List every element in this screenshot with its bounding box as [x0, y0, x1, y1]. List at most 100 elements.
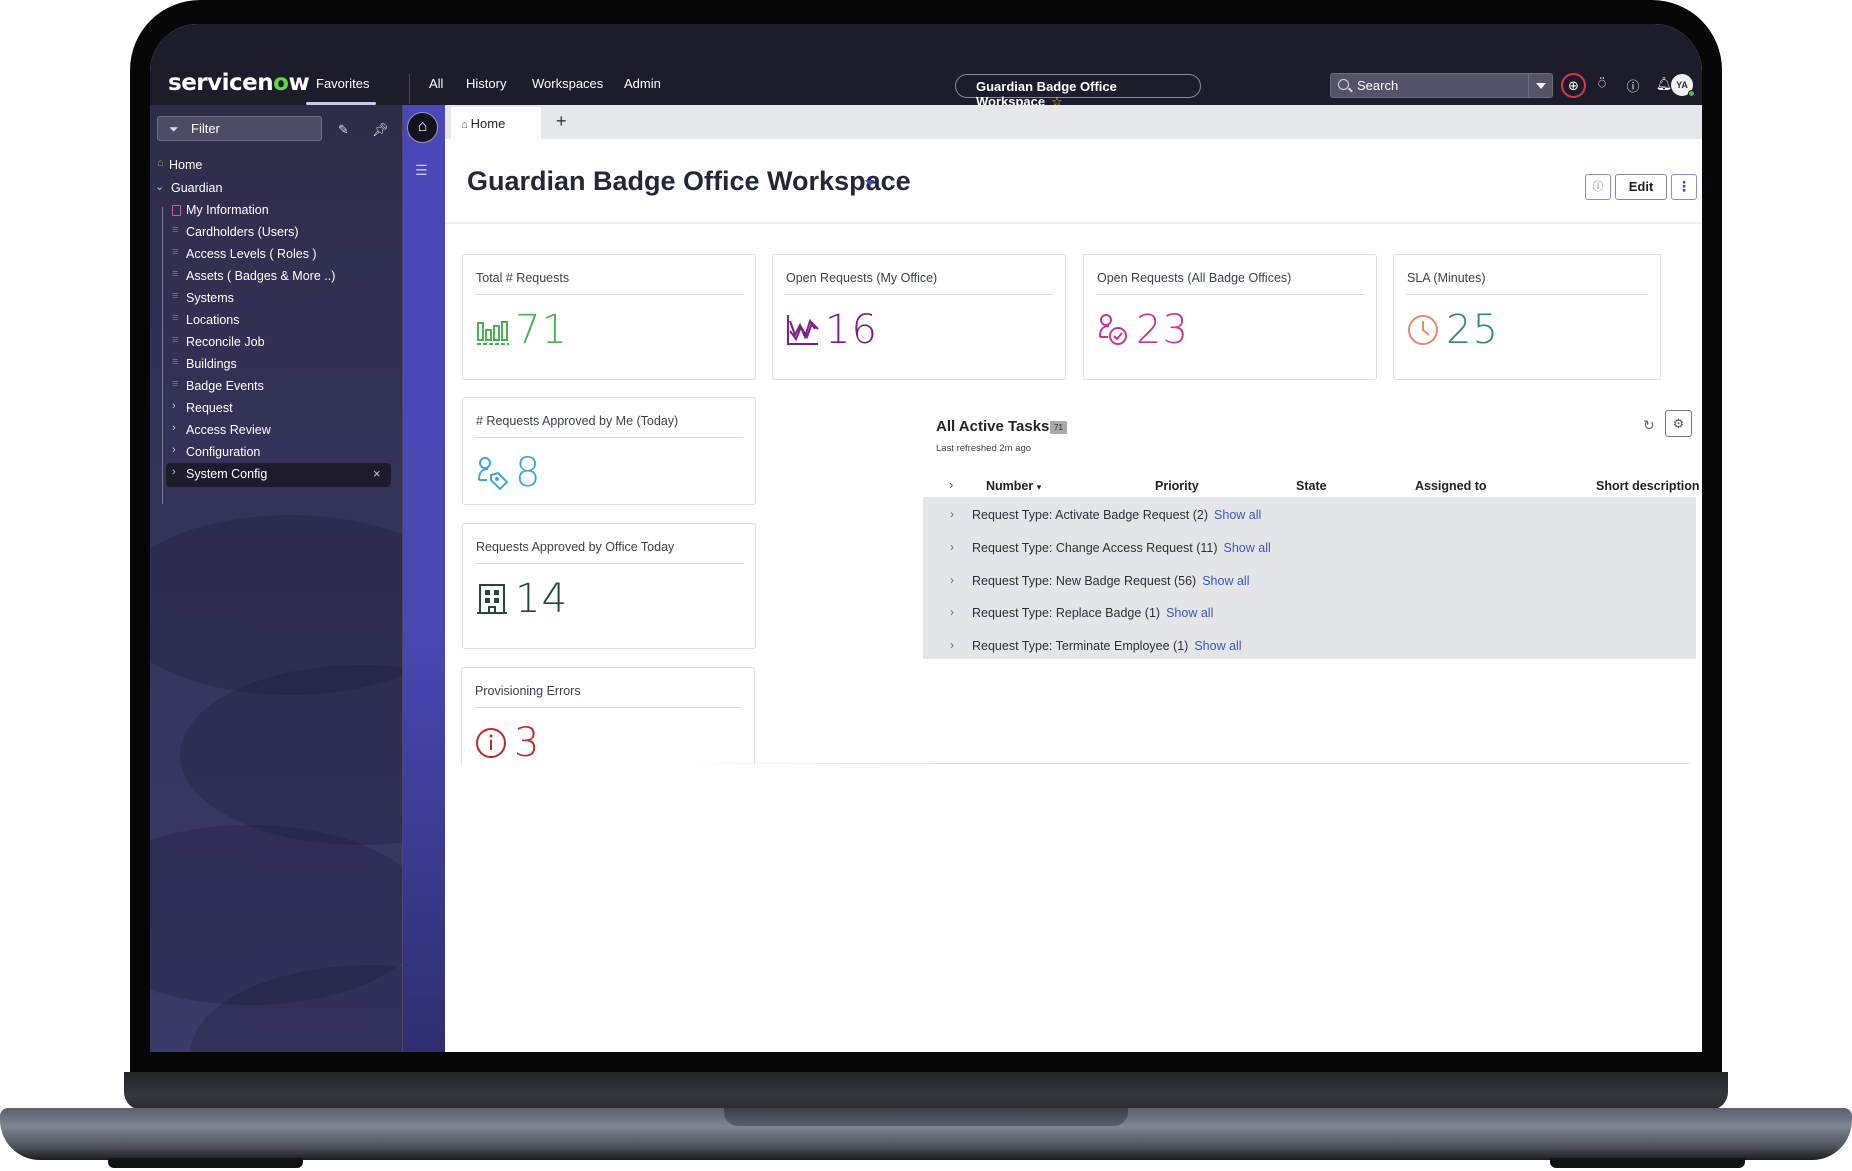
building-icon [477, 584, 507, 614]
sidebar-item-assets[interactable]: ≡ Assets ( Badges & More ..) [150, 266, 402, 288]
kpi-card-approved-by-me[interactable]: # Requests Approved by Me (Today) 8 [462, 397, 756, 505]
sidebar-item-badge-events[interactable]: ≡ Badge Events [150, 376, 402, 398]
help-icon[interactable]: ⓘ [1624, 76, 1642, 95]
nav-admin[interactable]: Admin [624, 76, 661, 91]
nav-history[interactable]: History [466, 76, 506, 91]
card-value: 23 [1136, 307, 1189, 353]
sidebar-filter-input[interactable]: ⏷ Filter [157, 116, 322, 141]
group-row[interactable]: › Request Type: Terminate Employee (1) Sho… [923, 630, 1696, 662]
column-header-short-description[interactable]: Short description [1596, 479, 1699, 493]
filter-placeholder: Filter [191, 121, 220, 136]
task-groups: › Request Type: Activate Badge Request (2… [923, 497, 1696, 659]
kpi-card-sla-minutes[interactable]: SLA (Minutes) 25 [1393, 254, 1661, 380]
list-icon: ≡ [172, 356, 179, 368]
group-row[interactable]: › Request Type: Activate Badge Request (2… [923, 499, 1696, 531]
show-all-link[interactable]: Show all [1194, 639, 1241, 653]
sidebar-item-request[interactable]: › Request [150, 398, 402, 420]
card-value: 71 [515, 307, 568, 353]
group-row[interactable]: › Request Type: Replace Badge (1) Show all [923, 597, 1696, 629]
workspace-context-pill[interactable]: Guardian Badge Office Workspace ☆ [955, 74, 1201, 109]
search-icon [1338, 79, 1349, 90]
chevron-down-icon[interactable] [865, 180, 875, 186]
pin-icon[interactable]: 📌︎ [372, 122, 389, 138]
top-navigation: servicenow Favorites All History Workspa… [150, 24, 1702, 109]
sidebar-item-cardholders[interactable]: ≡ Cardholders (Users) [150, 222, 402, 244]
chat-icon[interactable]: ⍥ [1593, 76, 1611, 92]
chevron-right-icon[interactable]: › [950, 605, 954, 619]
column-header-number[interactable]: Number ▾ [986, 479, 1041, 493]
column-header-state[interactable]: State [1296, 479, 1327, 493]
workspace-rail: ⌂ ☰ [403, 105, 445, 1052]
list-icon: ≡ [172, 378, 179, 390]
rail-list-icon[interactable]: ☰ [415, 162, 428, 179]
column-header-assigned-to[interactable]: Assigned to [1415, 479, 1487, 493]
search-scope-dropdown[interactable] [1528, 73, 1553, 98]
info-button[interactable]: ⓘ [1585, 174, 1611, 200]
sidebar-item-my-information[interactable]: My Information [150, 200, 402, 222]
sidebar-item-locations[interactable]: ≡ Locations [150, 310, 402, 332]
sidebar-item-reconcile-job[interactable]: ≡ Reconcile Job [150, 332, 402, 354]
kpi-card-approved-by-office[interactable]: Requests Approved by Office Today 14 [462, 523, 756, 649]
kpi-card-open-requests-all[interactable]: Open Requests (All Badge Offices) 23 [1083, 254, 1377, 380]
close-icon[interactable]: × [373, 466, 381, 481]
card-divider [475, 563, 743, 564]
tasks-title: All Active Tasks [936, 418, 1050, 435]
contact-book-icon [172, 205, 181, 216]
chevron-right-icon[interactable]: › [950, 573, 954, 587]
sidebar-item-systems[interactable]: ≡ Systems [150, 288, 402, 310]
sidebar-item-configuration[interactable]: › Configuration [150, 442, 402, 464]
edit-button[interactable]: Edit [1615, 174, 1667, 200]
user-avatar[interactable]: YA [1671, 74, 1695, 97]
sidebar-item-buildings[interactable]: ≡ Buildings [150, 354, 402, 376]
chevron-right-icon[interactable]: › [950, 540, 954, 554]
chevron-right-icon[interactable]: › [950, 507, 954, 521]
group-row[interactable]: › Request Type: Change Access Request (11… [923, 532, 1696, 564]
list-icon: ≡ [172, 246, 179, 258]
card-title: # Requests Approved by Me (Today) [476, 414, 679, 428]
more-options-button[interactable]: ⋮ [1671, 174, 1697, 200]
show-all-link[interactable]: Show all [1224, 541, 1271, 555]
sidebar-item-access-review[interactable]: › Access Review [150, 420, 402, 442]
edit-icon[interactable]: ✎ [338, 122, 349, 138]
sidebar-item-access-levels[interactable]: ≡ Access Levels ( Roles ) [150, 244, 402, 266]
column-header-priority[interactable]: Priority [1155, 479, 1199, 493]
nav-all[interactable]: All [429, 76, 443, 91]
header-divider [445, 222, 1702, 224]
tab-home[interactable]: ⌂ Home [451, 107, 541, 139]
kpi-card-provisioning-errors[interactable]: Provisioning Errors 3 [461, 667, 755, 766]
laptop-notch [724, 1108, 1128, 1126]
sidebar-item-guardian[interactable]: ⌄ Guardian [150, 178, 402, 200]
expand-all-chevron-icon[interactable]: › [949, 477, 953, 492]
settings-gear-button[interactable]: ⚙ [1665, 410, 1692, 437]
laptop-foot [108, 1158, 303, 1168]
search-placeholder: Search [1357, 78, 1399, 93]
show-all-link[interactable]: Show all [1202, 574, 1249, 588]
card-value: 16 [825, 307, 878, 353]
laptop-foot [1550, 1158, 1745, 1168]
card-divider [1096, 294, 1364, 295]
show-all-link[interactable]: Show all [1166, 606, 1213, 620]
chevron-right-icon[interactable]: › [950, 638, 954, 652]
card-title: Total # Requests [476, 271, 570, 285]
group-row[interactable]: › Request Type: New Badge Request (56) Sho… [923, 565, 1696, 597]
card-value: 8 [515, 450, 542, 496]
card-title: Requests Approved by Office Today [476, 540, 675, 554]
global-search-input[interactable]: Search [1330, 73, 1529, 98]
show-all-link[interactable]: Show all [1214, 508, 1261, 522]
kpi-card-open-requests-my-office[interactable]: Open Requests (My Office) 16 [772, 254, 1066, 380]
nav-workspaces[interactable]: Workspaces [532, 76, 603, 91]
laptop-hinge [124, 1072, 1728, 1110]
refresh-icon[interactable]: ↻ [1643, 417, 1655, 434]
globe-icon[interactable]: ⊕ [1561, 73, 1586, 98]
group-label: Request Type: Change Access Request (11) [972, 541, 1218, 555]
add-tab-button[interactable]: + [556, 111, 567, 132]
sidebar-item-system-config[interactable]: › System Config × [166, 463, 391, 487]
rail-home-button[interactable]: ⌂ [407, 112, 438, 143]
card-value: 3 [514, 720, 541, 766]
chevron-right-icon: › [172, 422, 176, 434]
servicenow-logo[interactable]: servicenow [168, 70, 310, 96]
nav-favorites[interactable]: Favorites [316, 76, 369, 91]
kpi-card-total-requests[interactable]: Total # Requests 71 [462, 254, 756, 380]
info-circle-icon [476, 728, 506, 758]
sidebar-item-home[interactable]: ⌂ Home [150, 155, 402, 177]
